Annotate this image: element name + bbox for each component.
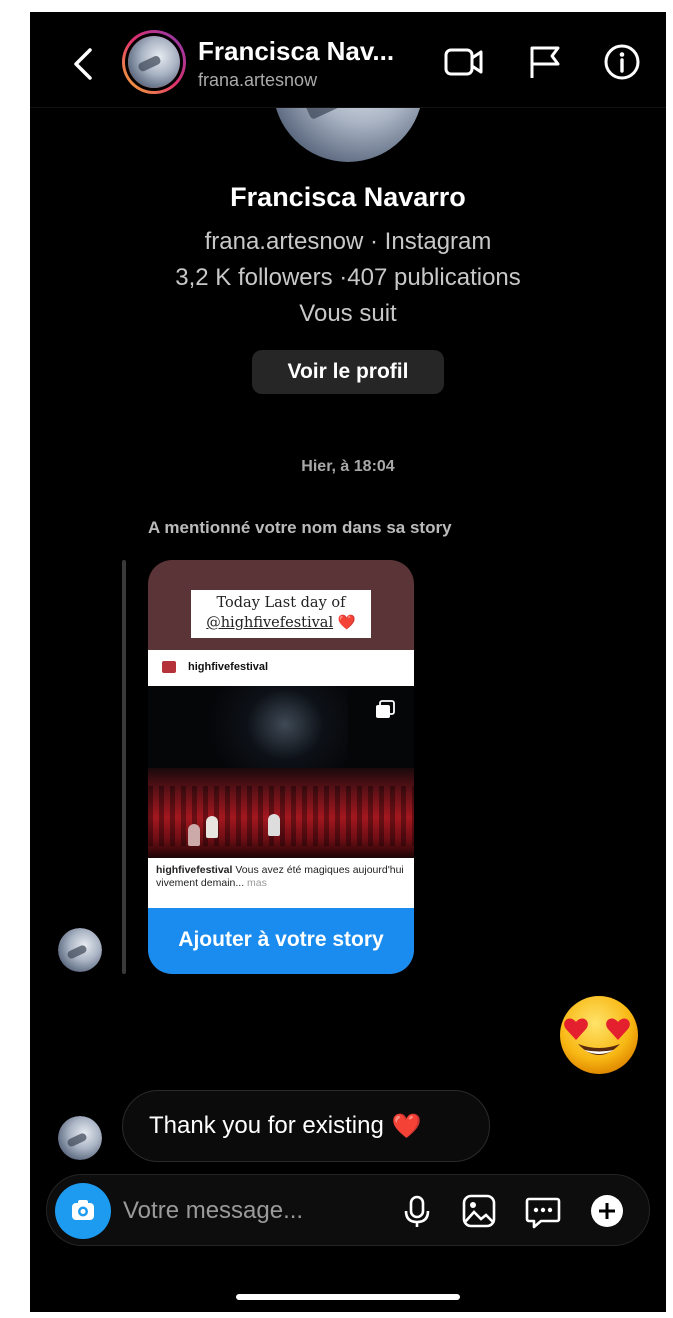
post-image <box>148 686 414 858</box>
post-caption: highfivefestival Vous avez été magiques … <box>156 864 406 890</box>
sender-avatar-image <box>58 1116 102 1160</box>
add-to-story-button[interactable]: Ajouter à votre story <box>148 908 414 974</box>
sticker-chat-icon[interactable] <box>523 1191 563 1231</box>
story-mention-card[interactable]: Today Last day of @highfivefestival ❤️ h… <box>148 560 414 974</box>
sender-avatar[interactable] <box>58 1116 102 1160</box>
header-contact-handle[interactable]: frana.artesnow <box>198 70 317 91</box>
follow-status: Vous suit <box>299 300 397 327</box>
story-caption-line1: Today Last day of <box>216 595 346 611</box>
header-avatar[interactable] <box>122 30 186 94</box>
message-composer <box>46 1174 650 1246</box>
story-mention-label: A mentionné votre nom dans sa story <box>148 518 452 537</box>
message-heart: ❤️ <box>391 1112 422 1140</box>
back-chevron-icon[interactable] <box>68 44 98 84</box>
post-caption-more[interactable]: mas <box>244 877 267 889</box>
header-contact-name[interactable]: Francisca Nav... <box>198 36 394 67</box>
video-call-icon[interactable] <box>442 42 486 82</box>
post-account-name: highfivefestival <box>188 661 269 673</box>
info-icon[interactable] <box>600 42 644 82</box>
profile-stats: 3,2 K followers ·407 publications <box>175 264 521 291</box>
multiple-images-icon <box>376 700 395 718</box>
sender-avatar[interactable] <box>58 928 102 972</box>
audience-figure <box>188 824 200 846</box>
chat-header: Francisca Nav... frana.artesnow <box>30 12 666 108</box>
story-caption: Today Last day of @highfivefestival ❤️ <box>191 590 371 638</box>
plus-icon[interactable] <box>587 1191 627 1231</box>
gallery-icon[interactable] <box>459 1191 499 1231</box>
story-caption-heart: ❤️ <box>337 615 356 631</box>
message-text: Thank you for existing <box>149 1112 384 1139</box>
shared-post[interactable]: highfivefestival highfivefestival Vous a… <box>148 650 414 910</box>
audience-figure <box>268 814 280 836</box>
message-input[interactable] <box>123 1191 333 1231</box>
phone-screen: Francisca Navarro frana.artesnow · Insta… <box>30 12 666 1312</box>
post-caption-user: highfivefestival <box>156 864 233 876</box>
flag-icon[interactable] <box>524 42 568 82</box>
story-reply-bar <box>122 560 126 974</box>
post-header: highfivefestival <box>148 650 414 684</box>
sender-avatar-image <box>58 928 102 972</box>
heart-eyes-emoji[interactable] <box>558 994 640 1076</box>
home-indicator[interactable] <box>236 1294 460 1300</box>
profile-handle-line: frana.artesnow · Instagram <box>204 228 492 255</box>
message-bubble[interactable]: Thank you for existing ❤️ <box>122 1090 490 1162</box>
profile-name: Francisca Navarro <box>230 182 466 212</box>
audience-figure <box>206 816 218 838</box>
camera-icon <box>72 1200 94 1220</box>
header-avatar-image <box>128 36 180 88</box>
view-profile-button[interactable]: Voir le profil <box>252 350 444 394</box>
story-caption-mention: @highfivefestival <box>206 615 334 631</box>
camera-button[interactable] <box>55 1183 111 1239</box>
microphone-icon[interactable] <box>397 1191 437 1231</box>
message-timestamp: Hier, à 18:04 <box>301 458 395 475</box>
post-account-logo <box>162 661 176 673</box>
